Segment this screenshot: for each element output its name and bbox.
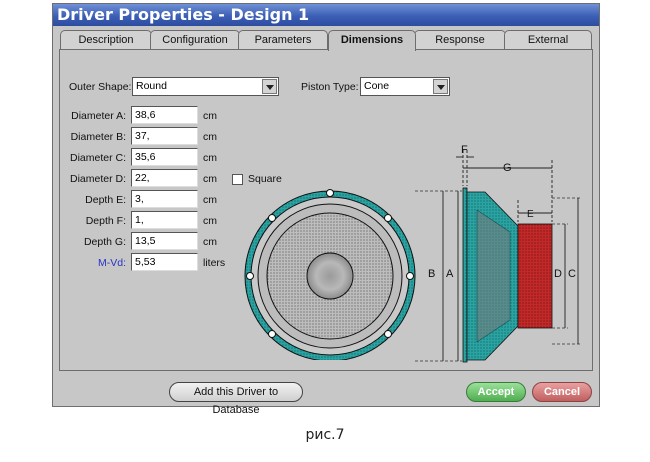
tab-bar: Description Configuration Parameters Dim… — [56, 30, 596, 51]
speaker-front-view — [240, 189, 420, 366]
dimension-label-e: E — [527, 209, 534, 220]
window-title: Driver Properties - Design 1 — [53, 4, 599, 26]
dimension-label-g: G — [503, 162, 512, 174]
dimension-label-b: B — [428, 268, 435, 280]
accept-button[interactable]: Accept — [466, 382, 526, 402]
tab-response[interactable]: Response — [414, 30, 506, 50]
dimension-label-f: F — [461, 144, 468, 156]
dimension-label-c: C — [568, 268, 576, 280]
driver-properties-window: Driver Properties - Design 1 Description… — [52, 3, 600, 416]
dimension-label-a: A — [446, 268, 454, 280]
tab-parameters[interactable]: Parameters — [238, 30, 328, 50]
dimension-label-d: D — [554, 268, 562, 280]
tab-external[interactable]: External — [504, 30, 592, 50]
tab-dimensions[interactable]: Dimensions — [328, 30, 416, 51]
dimensions-panel: Outer Shape: Round Piston Type: Cone Dia… — [59, 49, 593, 371]
figure-caption: рис.7 — [305, 427, 345, 443]
tab-configuration[interactable]: Configuration — [150, 30, 240, 50]
cancel-button[interactable]: Cancel — [532, 382, 592, 402]
add-driver-to-database-button[interactable]: Add this Driver to Database — [169, 382, 303, 416]
speaker-side-view — [462, 187, 553, 363]
speaker-diagram: B A F G E D C — [240, 144, 580, 366]
tab-description[interactable]: Description — [60, 30, 152, 50]
